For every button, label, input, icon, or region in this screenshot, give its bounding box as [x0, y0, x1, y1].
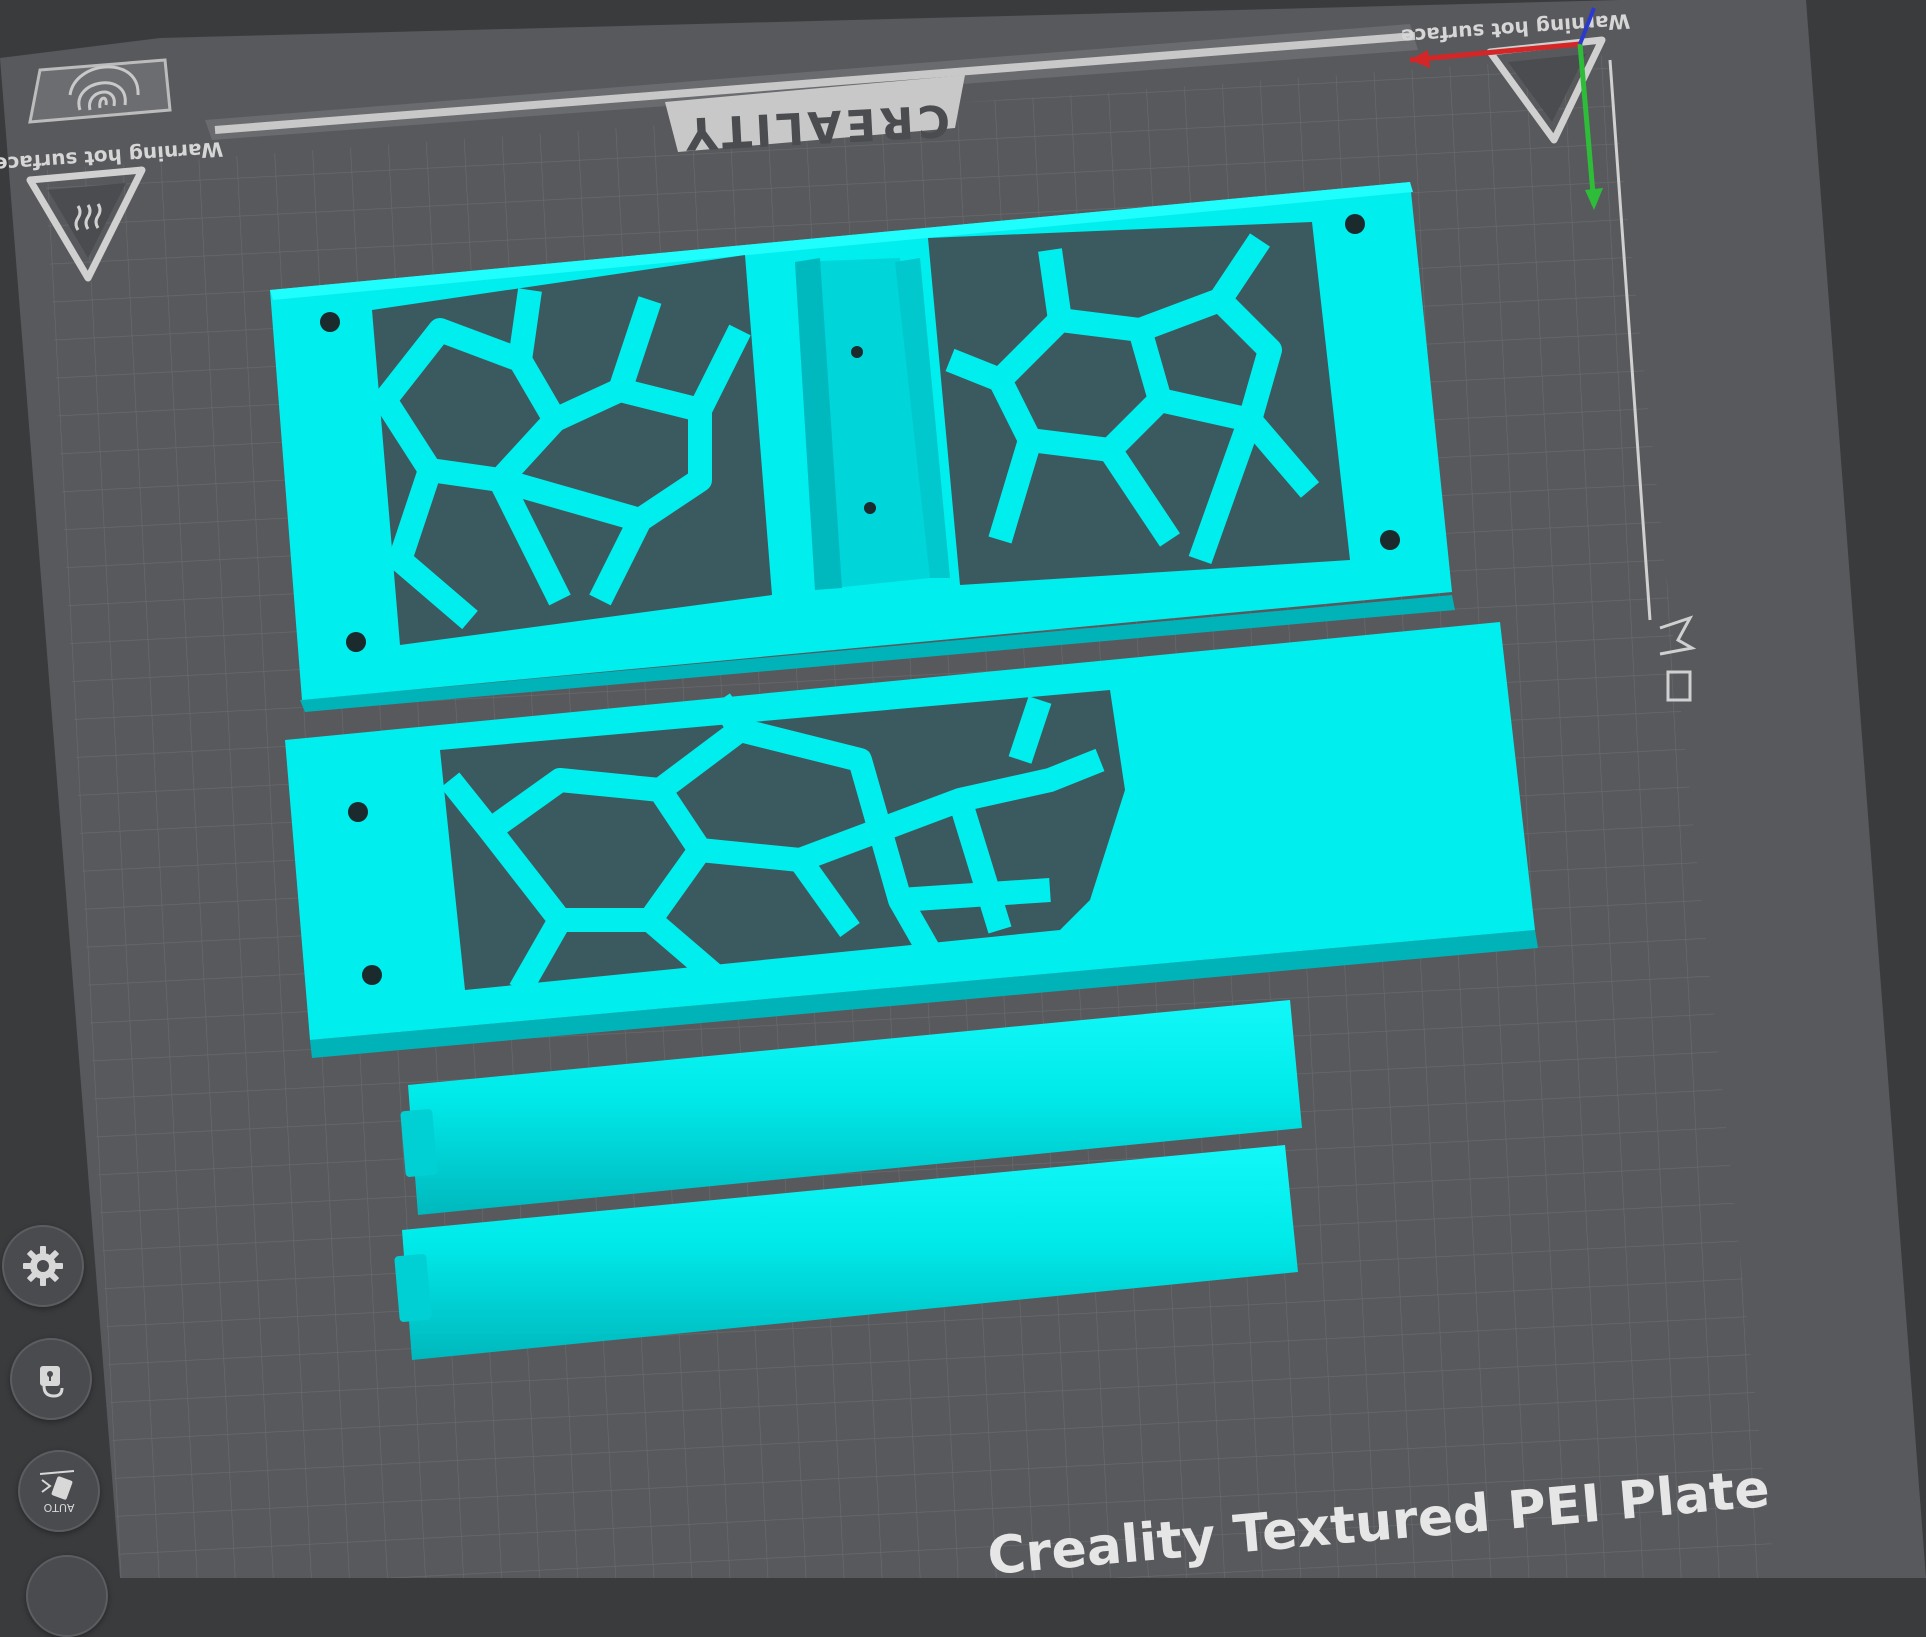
screw-hole — [1345, 214, 1365, 234]
screw-hole — [348, 802, 368, 822]
screw-hole — [864, 502, 876, 514]
screw-hole — [320, 312, 340, 332]
settings-button[interactable] — [2, 1225, 84, 1307]
lock-icon — [28, 1356, 74, 1402]
screw-hole — [851, 346, 863, 358]
screw-hole — [362, 965, 382, 985]
auto-label: AUTO — [43, 1501, 74, 1514]
auto-arrange-icon: AUTO — [32, 1464, 86, 1518]
3d-viewport[interactable]: CREALITY Warning hot surface Warning hot… — [0, 0, 1926, 1637]
fingerprint-logo — [28, 58, 172, 124]
more-tools-button[interactable] — [26, 1555, 108, 1637]
screw-hole — [1380, 530, 1400, 550]
lock-button[interactable] — [10, 1338, 92, 1420]
gear-icon — [20, 1243, 66, 1289]
auto-arrange-button[interactable]: AUTO — [18, 1450, 100, 1532]
screw-hole — [346, 632, 366, 652]
build-plate-scene[interactable]: CREALITY Warning hot surface Warning hot… — [0, 0, 1926, 1578]
